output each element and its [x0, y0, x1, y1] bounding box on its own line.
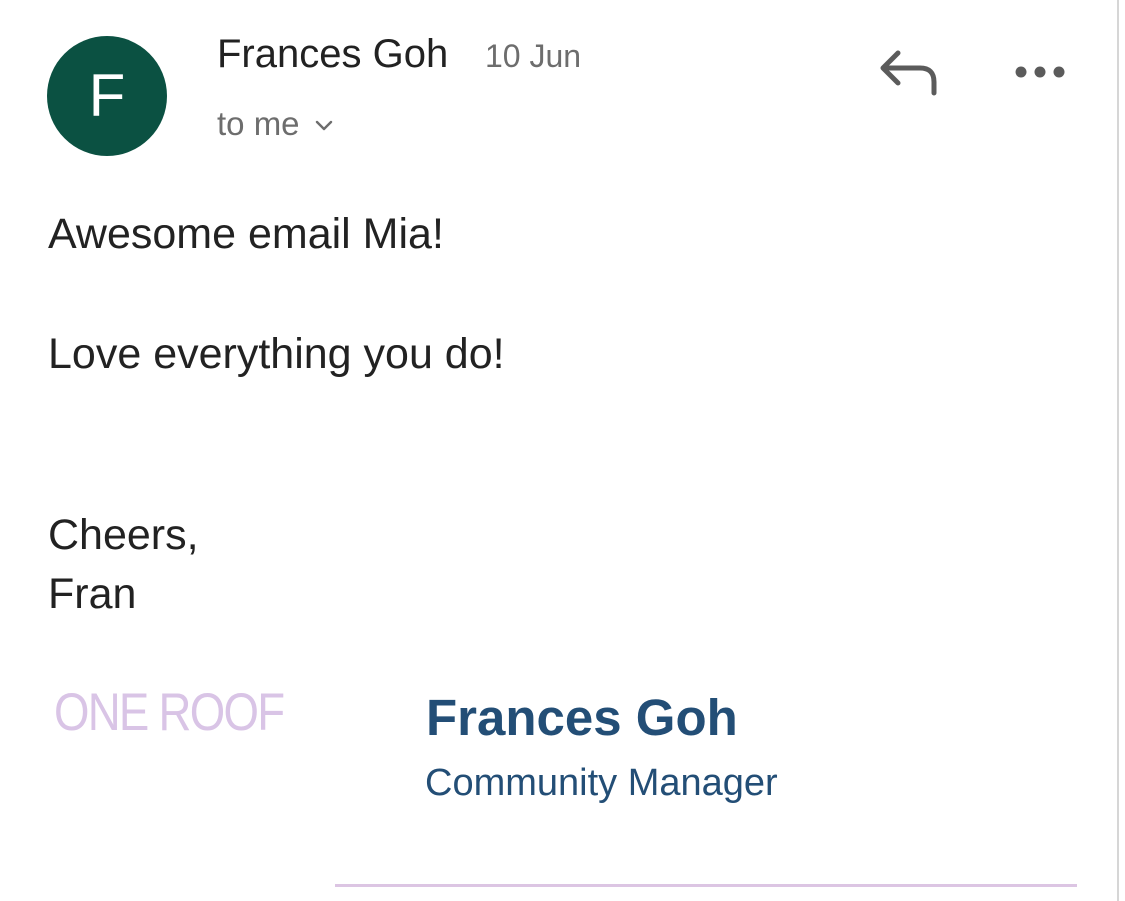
- sent-date: 10 Jun: [485, 38, 582, 74]
- email-message-view: F Frances Goh 10 Jun to me Awesome email…: [0, 0, 1125, 901]
- signature-title: Community Manager: [425, 762, 778, 804]
- message-body-line: Awesome email Mia!: [48, 210, 444, 258]
- sender-name[interactable]: Frances Goh: [217, 32, 448, 77]
- message-body-line: Love everything you do!: [48, 330, 505, 378]
- message-body-line: Cheers,: [48, 511, 199, 559]
- signature-divider: [335, 884, 1077, 887]
- signature-logo: ONE ROOF: [54, 683, 285, 742]
- chevron-down-icon: [315, 120, 332, 131]
- more-horizontal-icon: [1015, 66, 1065, 78]
- sender-avatar[interactable]: F: [47, 36, 167, 156]
- pane-edge-divider: [1117, 0, 1119, 901]
- avatar-initial: F: [88, 62, 126, 129]
- reply-button[interactable]: [874, 44, 944, 104]
- recipient-details-toggle[interactable]: to me: [217, 105, 334, 143]
- recipient-label: to me: [217, 105, 300, 142]
- signature-name: Frances Goh: [426, 689, 738, 746]
- reply-arrow-icon: [880, 50, 937, 96]
- message-body-line: Fran: [48, 570, 137, 618]
- more-options-button[interactable]: [1006, 52, 1076, 92]
